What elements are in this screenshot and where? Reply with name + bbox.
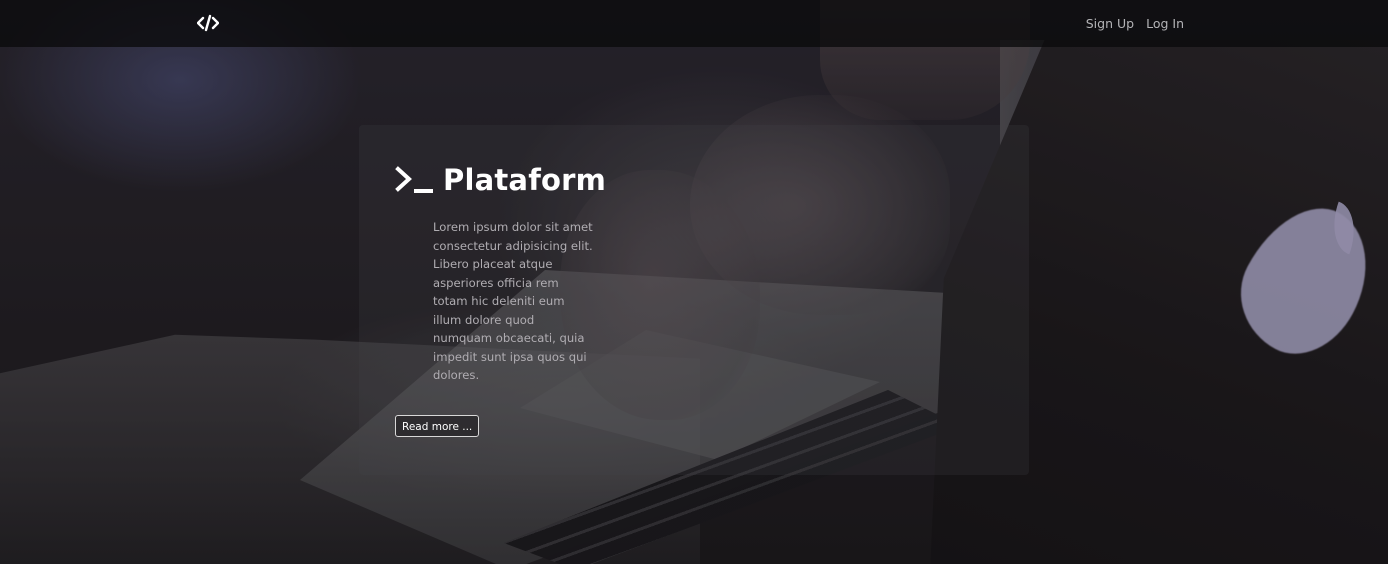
nav-links: Sign Up Log In bbox=[1086, 0, 1184, 47]
signup-link[interactable]: Sign Up bbox=[1086, 16, 1134, 31]
page-title: Plataform bbox=[443, 163, 607, 197]
hero-description: Lorem ipsum dolor sit amet consectetur a… bbox=[433, 220, 593, 382]
hero-section: Sign Up Log In Plataform Lorem ipsum dol… bbox=[0, 0, 1388, 564]
read-more-button[interactable]: Read more ... bbox=[395, 415, 480, 437]
code-icon[interactable] bbox=[196, 14, 220, 32]
background-apple-logo bbox=[1219, 186, 1388, 374]
background-apple-leaf bbox=[1322, 201, 1366, 255]
terminal-prompt-icon bbox=[395, 163, 435, 197]
hero-title-row: Plataform bbox=[395, 163, 606, 197]
login-link[interactable]: Log In bbox=[1146, 16, 1184, 31]
navbar: Sign Up Log In bbox=[0, 0, 1388, 47]
